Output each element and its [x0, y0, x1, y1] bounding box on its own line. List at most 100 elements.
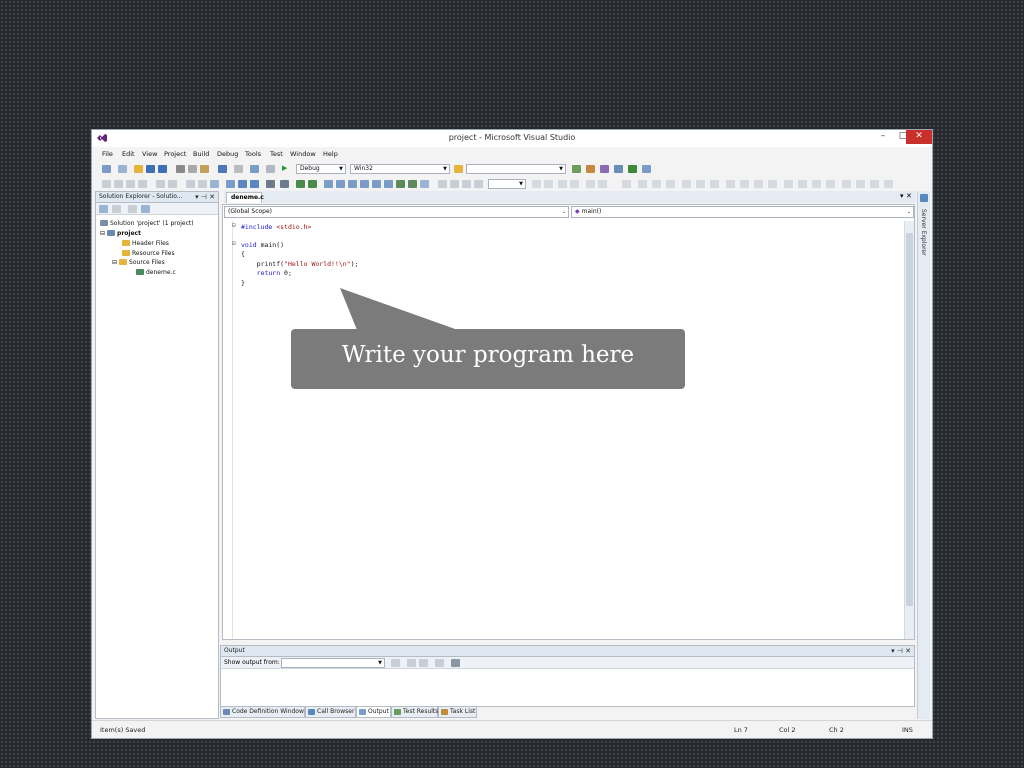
collapse-icon[interactable]: ⊟: [100, 230, 105, 237]
view-icon-5[interactable]: [372, 180, 381, 188]
find-in-files-icon[interactable]: [454, 165, 463, 173]
decrease-indent-icon[interactable]: [280, 180, 289, 188]
menu-test[interactable]: Test: [270, 150, 283, 158]
uncomment-lines-icon[interactable]: [308, 180, 317, 188]
tab-call-browser[interactable]: Call Browser: [305, 707, 356, 718]
outdent-icon[interactable]: [126, 180, 135, 188]
close-button[interactable]: ✕: [906, 130, 932, 144]
increase-indent-icon[interactable]: [266, 180, 275, 188]
start-page-icon[interactable]: [628, 165, 637, 173]
paste-icon[interactable]: [200, 165, 209, 173]
spacing-icon-5[interactable]: [842, 180, 851, 188]
clear-bookmarks-icon[interactable]: [210, 180, 219, 188]
view-icon-9[interactable]: [420, 180, 429, 188]
member-dropdown[interactable]: ◆ main() ⌄: [571, 206, 914, 218]
layout-icon-9[interactable]: [740, 180, 749, 188]
format-icon[interactable]: [102, 180, 111, 188]
refresh-icon[interactable]: [128, 205, 137, 213]
view-icon-4[interactable]: [360, 180, 369, 188]
layout-icon-6[interactable]: [696, 180, 705, 188]
comment-lines-icon[interactable]: [296, 180, 305, 188]
pointer-icon[interactable]: [474, 180, 483, 188]
layout-icon-2[interactable]: [638, 180, 647, 188]
cut-icon[interactable]: [176, 165, 185, 173]
new-project-icon[interactable]: [102, 165, 111, 173]
output-panel-controls[interactable]: ▾ ⊣ ✕: [891, 646, 911, 656]
tree-resource-files[interactable]: Resource Files: [122, 250, 175, 257]
layout-icon-4[interactable]: [666, 180, 675, 188]
scope-dropdown[interactable]: (Global Scope) ⌄: [224, 206, 569, 218]
class-view-icon[interactable]: [226, 180, 235, 188]
quick-info-icon[interactable]: [250, 180, 259, 188]
scrollbar-thumb[interactable]: [906, 233, 913, 606]
indent-icon[interactable]: [114, 180, 123, 188]
menu-project[interactable]: Project: [164, 150, 186, 158]
navigate-icon[interactable]: [250, 165, 259, 173]
spacing-icon-4[interactable]: [826, 180, 835, 188]
zoom-in-icon[interactable]: [438, 180, 447, 188]
redo-icon[interactable]: [234, 165, 243, 173]
find-icon[interactable]: [266, 165, 275, 173]
align-icon-6[interactable]: [598, 180, 607, 188]
open-folder-icon[interactable]: [134, 165, 143, 173]
uncomment-icon[interactable]: [156, 180, 165, 188]
menu-help[interactable]: Help: [323, 150, 338, 158]
tree-solution[interactable]: Solution 'project' (1 project): [100, 220, 194, 227]
window-layout-icon[interactable]: [642, 165, 651, 173]
collapse-icon[interactable]: ⊟: [112, 259, 117, 266]
align-icon-2[interactable]: [544, 180, 553, 188]
tab-code-definition[interactable]: Code Definition Window: [220, 707, 305, 718]
tab-task-list[interactable]: Task List: [438, 707, 477, 718]
copy-icon[interactable]: [188, 165, 197, 173]
word-wrap-icon[interactable]: [451, 659, 460, 667]
layout-icon-8[interactable]: [726, 180, 735, 188]
zoom-combo[interactable]: ▼: [488, 179, 526, 189]
view-icon-2[interactable]: [336, 180, 345, 188]
next-message-icon[interactable]: [419, 659, 428, 667]
add-item-icon[interactable]: [118, 165, 127, 173]
save-icon[interactable]: [146, 165, 155, 173]
menu-debug[interactable]: Debug: [217, 150, 238, 158]
tree-project[interactable]: ⊟ project: [100, 230, 141, 237]
class-diagram-icon[interactable]: [141, 205, 150, 213]
properties-icon[interactable]: [99, 205, 108, 213]
intellisense-icon[interactable]: [238, 180, 247, 188]
align-icon-4[interactable]: [570, 180, 579, 188]
zoom-out-icon[interactable]: [450, 180, 459, 188]
view-icon-6[interactable]: [384, 180, 393, 188]
view-icon-3[interactable]: [348, 180, 357, 188]
menu-tools[interactable]: Tools: [245, 150, 261, 158]
align-icon-5[interactable]: [586, 180, 595, 188]
spacing-icon-2[interactable]: [798, 180, 807, 188]
solution-explorer-icon[interactable]: [572, 165, 581, 173]
prev-bookmark-icon[interactable]: [186, 180, 195, 188]
undo-icon[interactable]: [218, 165, 227, 173]
layout-icon-3[interactable]: [652, 180, 661, 188]
show-all-files-icon[interactable]: [112, 205, 121, 213]
output-source-dropdown[interactable]: ▼: [281, 658, 385, 668]
menu-file[interactable]: File: [102, 150, 113, 158]
properties-icon[interactable]: [586, 165, 595, 173]
view-icon-8[interactable]: [408, 180, 417, 188]
prev-message-icon[interactable]: [407, 659, 416, 667]
tree-header-files[interactable]: Header Files: [122, 240, 169, 247]
panel-controls[interactable]: ▾ ⊣ ✕: [195, 192, 215, 202]
save-all-icon[interactable]: [158, 165, 167, 173]
tab-test-results[interactable]: Test Results: [391, 707, 438, 718]
comment-icon[interactable]: [138, 180, 147, 188]
bookmark-icon[interactable]: [168, 180, 177, 188]
menu-edit[interactable]: Edit: [122, 150, 135, 158]
minimize-button[interactable]: –: [872, 130, 894, 144]
collapse-icon[interactable]: ⊟: [232, 222, 236, 229]
spacing-icon-7[interactable]: [870, 180, 879, 188]
clear-all-icon[interactable]: [435, 659, 444, 667]
view-icon-1[interactable]: [324, 180, 333, 188]
tab-close-controls[interactable]: ▾ ✕: [900, 192, 912, 200]
start-debugging-icon[interactable]: ▶: [282, 165, 291, 173]
spacing-icon-3[interactable]: [812, 180, 821, 188]
menu-window[interactable]: Window: [290, 150, 316, 158]
layout-icon-1[interactable]: [622, 180, 631, 188]
object-browser-icon[interactable]: [600, 165, 609, 173]
configuration-dropdown[interactable]: Debug ▼: [296, 164, 346, 174]
view-icon-7[interactable]: [396, 180, 405, 188]
